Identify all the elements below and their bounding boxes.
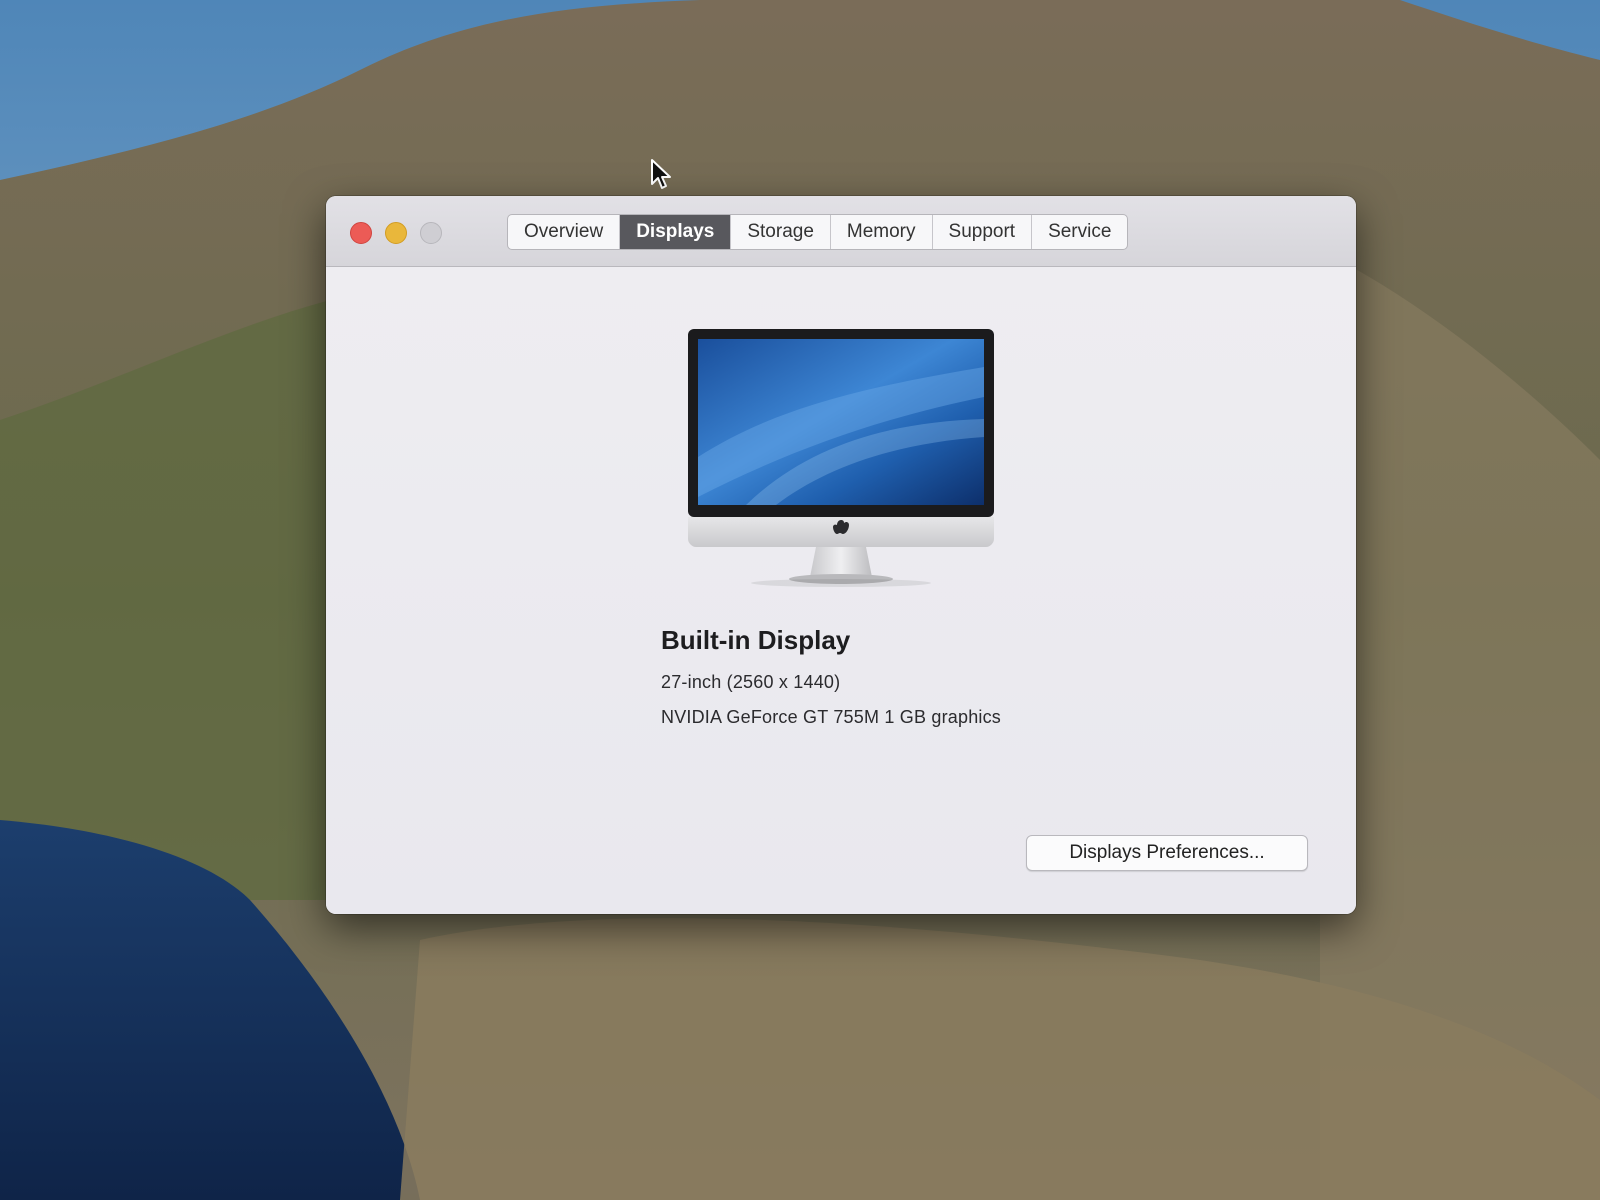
tab-support[interactable]: Support <box>933 215 1033 249</box>
desktop: Overview Displays Storage Memory Support… <box>0 0 1600 1200</box>
tab-bar: Overview Displays Storage Memory Support… <box>507 214 1129 250</box>
displays-preferences-button[interactable]: Displays Preferences... <box>1026 835 1308 871</box>
close-window-button[interactable] <box>350 222 372 244</box>
window-titlebar[interactable]: Overview Displays Storage Memory Support… <box>326 196 1356 267</box>
display-name: Built-in Display <box>661 625 851 655</box>
tab-displays[interactable]: Displays <box>620 215 732 249</box>
tab-overview[interactable]: Overview <box>508 215 621 249</box>
zoom-window-button <box>420 222 442 244</box>
mouse-pointer-icon <box>651 159 671 189</box>
tab-memory[interactable]: Memory <box>831 215 933 249</box>
displays-pane: Built-in Display 27-inch (2560 x 1440) N… <box>326 267 1356 914</box>
tab-storage[interactable]: Storage <box>731 215 831 249</box>
display-info: Built-in Display 27-inch (2560 x 1440) N… <box>661 625 1001 742</box>
minimize-window-button[interactable] <box>385 222 407 244</box>
tab-service[interactable]: Service <box>1032 215 1127 249</box>
about-this-mac-window: Overview Displays Storage Memory Support… <box>326 196 1356 914</box>
display-graphics: NVIDIA GeForce GT 755M 1 GB graphics <box>661 707 1001 727</box>
imac-display-icon <box>688 329 994 587</box>
display-size-resolution: 27-inch (2560 x 1440) <box>661 672 841 692</box>
